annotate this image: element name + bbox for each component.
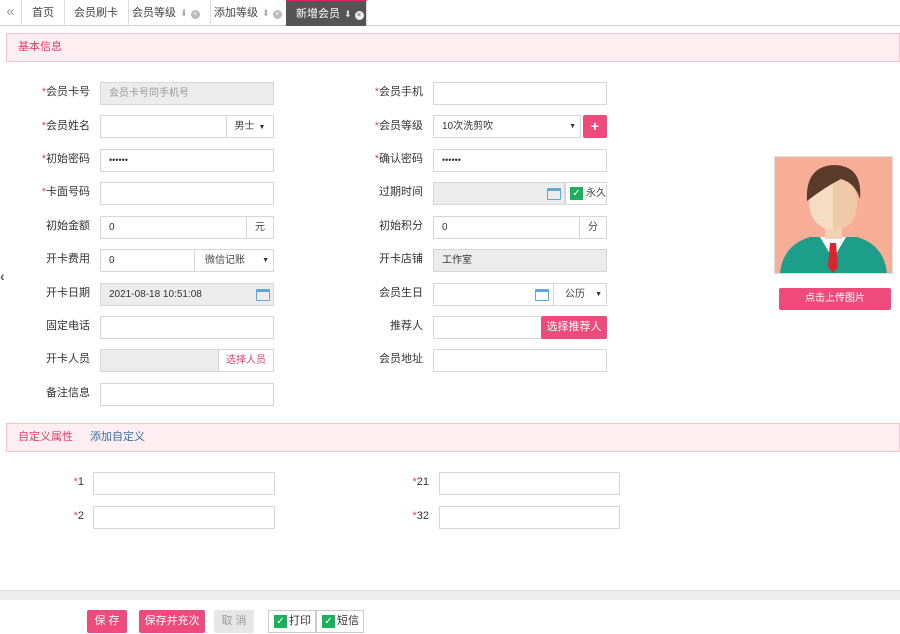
- label-birthday: 会员生日: [379, 287, 423, 299]
- label-referrer: 推荐人: [390, 320, 423, 332]
- face-no-input[interactable]: [100, 182, 274, 205]
- select-referrer-button[interactable]: 选择推荐人: [541, 316, 607, 339]
- check-icon: ✓: [322, 615, 335, 628]
- caret-down-icon: ▼: [258, 124, 266, 131]
- label-custom-2: *2: [73, 510, 84, 522]
- permanent-checkbox[interactable]: ✓ 永久: [565, 182, 607, 205]
- label-remark: 备注信息: [46, 387, 90, 399]
- footer-divider: [0, 590, 900, 600]
- referrer-input[interactable]: [433, 316, 542, 339]
- check-icon: ✓: [274, 615, 287, 628]
- mobile-input[interactable]: [433, 82, 607, 105]
- check-icon: ✓: [570, 187, 583, 200]
- close-icon[interactable]: ×: [190, 10, 200, 19]
- custom-field-input[interactable]: [93, 506, 275, 529]
- label-open-date: 开卡日期: [46, 287, 90, 299]
- pin-icon[interactable]: ⬇: [180, 8, 188, 18]
- caret-down-icon: ▼: [569, 123, 576, 130]
- person-avatar-icon: [775, 157, 892, 273]
- custom-field-input[interactable]: [93, 472, 275, 495]
- print-checkbox[interactable]: ✓ 打印: [268, 610, 316, 633]
- label-store: 开卡店铺: [379, 253, 423, 265]
- init-points-input[interactable]: 0: [433, 216, 580, 239]
- tab-home[interactable]: 首页: [22, 0, 65, 26]
- tab-add-level[interactable]: 添加等级 ⬇ ×: [204, 0, 293, 26]
- tab-member-swipe[interactable]: 会员刷卡: [64, 0, 129, 26]
- label-face-no: *卡面号码: [41, 186, 90, 198]
- select-staff-button[interactable]: 选择人员: [218, 349, 274, 372]
- save-and-recharge-button[interactable]: 保存并充次: [139, 610, 205, 633]
- label-init-points: 初始积分: [379, 220, 423, 232]
- custom-field-input[interactable]: [439, 472, 620, 495]
- pin-icon[interactable]: ⬇: [344, 9, 352, 19]
- label-card-fee: 开卡费用: [46, 253, 90, 265]
- remark-input[interactable]: [100, 383, 274, 406]
- tab-bar: « 首页 会员刷卡 会员等级 ⬇ × 添加等级 ⬇ × 新增会员 ⬇ ×: [0, 0, 900, 26]
- label-name: *会员姓名: [41, 120, 90, 132]
- unit-yuan: 元: [246, 216, 274, 239]
- caret-down-icon: ▼: [595, 291, 602, 298]
- init-password-input[interactable]: ••••••: [100, 149, 274, 172]
- label-mobile: *会员手机: [374, 86, 423, 98]
- save-button[interactable]: 保 存: [87, 610, 127, 633]
- label-level: *会员等级: [374, 120, 423, 132]
- unit-points: 分: [579, 216, 607, 239]
- label-custom-1: *1: [73, 476, 84, 488]
- pay-method-select[interactable]: 微信记账 ▼: [194, 249, 274, 272]
- tabs-back-icon[interactable]: «: [0, 0, 22, 26]
- confirm-password-input[interactable]: ••••••: [433, 149, 607, 172]
- label-init-amount: 初始金额: [46, 220, 90, 232]
- sms-checkbox[interactable]: ✓ 短信: [316, 610, 364, 633]
- phone-input[interactable]: [100, 316, 274, 339]
- calendar-icon[interactable]: [547, 188, 561, 200]
- caret-down-icon: ▼: [262, 257, 269, 264]
- name-input[interactable]: [100, 115, 227, 138]
- add-level-button[interactable]: +: [583, 115, 607, 138]
- cancel-button[interactable]: 取 消: [214, 610, 254, 633]
- label-card-no: *会员卡号: [41, 86, 90, 98]
- calendar-type-select[interactable]: 公历 ▼: [553, 283, 607, 306]
- label-custom-32: *32: [412, 510, 429, 522]
- add-custom-link[interactable]: 添加自定义: [90, 431, 145, 443]
- label-staff: 开卡人员: [46, 353, 90, 365]
- label-expire: 过期时间: [379, 186, 423, 198]
- card-fee-input[interactable]: 0: [100, 249, 195, 272]
- avatar-image[interactable]: [774, 156, 893, 274]
- label-phone: 固定电话: [46, 320, 90, 332]
- label-init-password: *初始密码: [41, 153, 90, 165]
- staff-input[interactable]: [100, 349, 219, 372]
- level-select[interactable]: 10次洗剪吹 ▼: [433, 115, 581, 138]
- address-input[interactable]: [433, 349, 607, 372]
- label-confirm-password: *确认密码: [374, 153, 423, 165]
- upload-image-button[interactable]: 点击上传图片: [779, 288, 891, 310]
- label-custom-21: *21: [412, 476, 429, 488]
- store-input[interactable]: 工作室: [433, 249, 607, 272]
- pin-icon[interactable]: ⬇: [262, 8, 270, 18]
- card-no-input[interactable]: 会员卡号同手机号: [100, 82, 274, 105]
- tab-member-level[interactable]: 会员等级 ⬇ ×: [122, 0, 211, 26]
- open-date-input[interactable]: 2021-08-18 10:51:08: [100, 283, 274, 306]
- close-icon[interactable]: ×: [272, 10, 282, 19]
- close-icon[interactable]: ×: [354, 11, 364, 20]
- section-custom-attributes: 自定义属性 添加自定义: [6, 423, 900, 452]
- custom-field-input[interactable]: [439, 506, 620, 529]
- expire-date-input[interactable]: [433, 182, 565, 205]
- init-amount-input[interactable]: 0: [100, 216, 247, 239]
- section-basic-info: 基本信息: [6, 33, 900, 62]
- gender-select[interactable]: 男士 ▼: [226, 115, 274, 138]
- calendar-icon[interactable]: [535, 289, 549, 301]
- calendar-icon[interactable]: [256, 289, 270, 301]
- label-address: 会员地址: [379, 353, 423, 365]
- tab-add-member[interactable]: 新增会员 ⬇ ×: [286, 0, 367, 26]
